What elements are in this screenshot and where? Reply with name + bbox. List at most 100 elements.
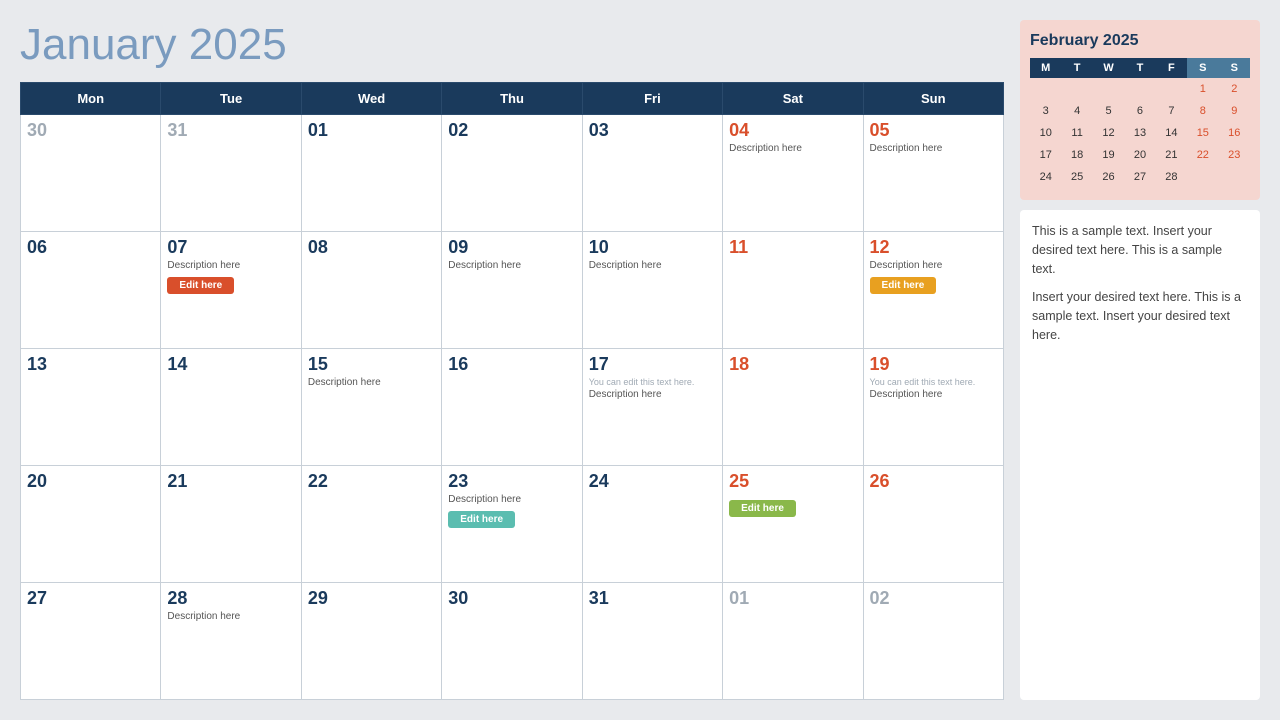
day-number: 28	[167, 588, 294, 609]
mini-day-cell: 19	[1093, 144, 1124, 166]
day-number: 08	[308, 237, 435, 258]
calendar-week-row: 2728Description here2930310102	[21, 583, 1004, 700]
mini-header-cell: S	[1219, 58, 1250, 78]
mini-week-row: 12	[1030, 78, 1250, 100]
mini-day-cell	[1093, 78, 1124, 100]
edit-button[interactable]: Edit here	[167, 277, 234, 294]
mini-day-cell: 5	[1093, 100, 1124, 122]
day-description: Description here	[870, 143, 997, 154]
day-note: You can edit this text here.	[870, 377, 997, 387]
edit-button[interactable]: Edit here	[729, 500, 796, 517]
mini-day-cell: 14	[1156, 122, 1187, 144]
day-number: 31	[589, 588, 716, 609]
mini-day-cell: 11	[1061, 122, 1092, 144]
calendar-cell: 27	[21, 583, 161, 700]
day-number: 20	[27, 471, 154, 492]
day-number: 30	[27, 120, 154, 141]
calendar-cell: 29	[301, 583, 441, 700]
edit-button[interactable]: Edit here	[448, 511, 515, 528]
calendar-cell: 10Description here	[582, 232, 722, 349]
calendar-table: MonTueWedThuFriSatSun 303101020304Descri…	[20, 82, 1004, 700]
day-number: 11	[729, 237, 856, 258]
calendar-cell: 01	[301, 115, 441, 232]
calendar-cell: 11	[723, 232, 863, 349]
mini-calendar-box: February 2025 MTWTFSS 123456789101112131…	[1020, 20, 1260, 200]
mini-day-cell: 2	[1219, 78, 1250, 100]
calendar-cell: 03	[582, 115, 722, 232]
day-number: 16	[448, 354, 575, 375]
day-note: You can edit this text here.	[589, 377, 716, 387]
calendar-cell: 06	[21, 232, 161, 349]
calendar-cell: 31	[582, 583, 722, 700]
calendar-cell: 17You can edit this text here.Descriptio…	[582, 349, 722, 466]
calendar-header-cell: Sat	[723, 83, 863, 115]
day-description: Description here	[870, 260, 997, 271]
mini-day-cell: 7	[1156, 100, 1187, 122]
calendar-cell: 16	[442, 349, 582, 466]
day-number: 12	[870, 237, 997, 258]
mini-day-cell: 27	[1124, 166, 1155, 188]
calendar-cell: 08	[301, 232, 441, 349]
day-number: 14	[167, 354, 294, 375]
day-number: 01	[308, 120, 435, 141]
calendar-cell: 20	[21, 466, 161, 583]
calendar-cell: 30	[21, 115, 161, 232]
calendar-header-cell: Sun	[863, 83, 1003, 115]
calendar-week-row: 13 14 15Description here 16 17You can edit t…	[21, 349, 1004, 466]
calendar-header-cell: Thu	[442, 83, 582, 115]
day-number: 18	[729, 354, 856, 375]
day-number: 03	[589, 120, 716, 141]
mini-day-cell: 13	[1124, 122, 1155, 144]
day-description: Description here	[589, 260, 716, 271]
mini-day-cell: 16	[1219, 122, 1250, 144]
calendar-cell: 01	[723, 583, 863, 700]
mini-day-cell	[1219, 166, 1250, 188]
calendar-cell: 24	[582, 466, 722, 583]
mini-day-cell: 8	[1187, 100, 1218, 122]
day-description: Description here	[729, 143, 856, 154]
calendar-cell: 31	[161, 115, 301, 232]
mini-week-row: 2425262728	[1030, 166, 1250, 188]
sidebar: February 2025 MTWTFSS 123456789101112131…	[1020, 20, 1260, 700]
mini-day-cell: 1	[1187, 78, 1218, 100]
calendar-cell: 09Description here	[442, 232, 582, 349]
calendar-body: 303101020304Description here05Descriptio…	[21, 115, 1004, 700]
day-number: 24	[589, 471, 716, 492]
calendar-cell: 02	[442, 115, 582, 232]
title-year: 2025	[189, 20, 287, 69]
mini-day-cell: 23	[1219, 144, 1250, 166]
calendar-cell: 28Description here	[161, 583, 301, 700]
calendar-cell: 07Description hereEdit here	[161, 232, 301, 349]
mini-week-row: 3456789	[1030, 100, 1250, 122]
calendar-cell: 26	[863, 466, 1003, 583]
edit-button[interactable]: Edit here	[870, 277, 937, 294]
mini-day-cell: 25	[1061, 166, 1092, 188]
day-number: 09	[448, 237, 575, 258]
day-number: 02	[448, 120, 575, 141]
day-number: 26	[870, 471, 997, 492]
mini-header-cell: S	[1187, 58, 1218, 78]
notes-paragraph-2: Insert your desired text here. This is a…	[1032, 288, 1248, 344]
calendar-week-row: 20212223Description hereEdit here2425Edi…	[21, 466, 1004, 583]
calendar-cell: 30	[442, 583, 582, 700]
mini-day-cell	[1156, 78, 1187, 100]
day-description: Description here	[870, 389, 997, 400]
mini-day-cell: 6	[1124, 100, 1155, 122]
calendar-cell: 05 Description here	[863, 115, 1003, 232]
mini-day-cell: 15	[1187, 122, 1218, 144]
mini-header-cell: T	[1124, 58, 1155, 78]
mini-day-cell: 20	[1124, 144, 1155, 166]
mini-day-cell: 3	[1030, 100, 1061, 122]
main-section: January 2025 MonTueWedThuFriSatSun 30310…	[20, 20, 1004, 700]
calendar-cell: 19You can edit this text here.Descriptio…	[863, 349, 1003, 466]
day-number: 21	[167, 471, 294, 492]
mini-day-cell: 28	[1156, 166, 1187, 188]
calendar-cell: 15Description here	[301, 349, 441, 466]
calendar-cell: 23Description hereEdit here	[442, 466, 582, 583]
day-number: 13	[27, 354, 154, 375]
day-number: 05	[870, 120, 997, 141]
calendar-header-cell: Fri	[582, 83, 722, 115]
calendar-cell: 12 Description here Edit here	[863, 232, 1003, 349]
day-number: 29	[308, 588, 435, 609]
day-number: 07	[167, 237, 294, 258]
